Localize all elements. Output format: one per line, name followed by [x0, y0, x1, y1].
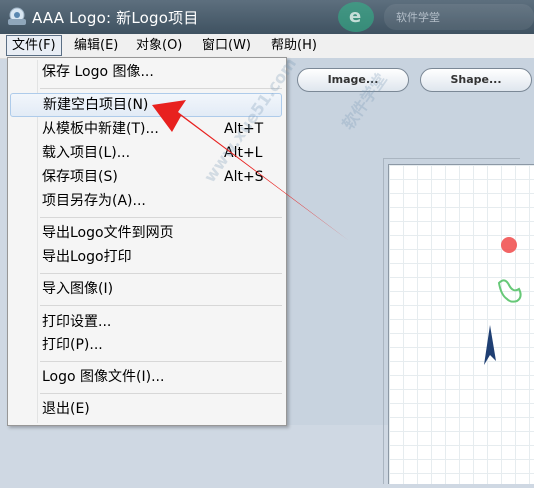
menu-file[interactable]: 文件(F): [6, 35, 62, 56]
menu-item-export-logo-web[interactable]: 导出Logo文件到网页: [10, 222, 282, 244]
background-e-icon: e: [349, 6, 362, 27]
menu-object[interactable]: 对象(O): [131, 36, 187, 55]
menu-edit[interactable]: 编辑(E): [69, 36, 123, 55]
menu-separator: [40, 305, 282, 306]
menu-item-label: 新建空白项目(N): [43, 97, 149, 113]
menu-item-label: 导出Logo文件到网页: [42, 225, 174, 241]
image-button[interactable]: Image...: [297, 68, 409, 92]
menu-help[interactable]: 帮助(H): [266, 36, 322, 55]
menu-separator: [40, 273, 282, 274]
menu-item-print-settings[interactable]: 打印设置...: [10, 311, 282, 333]
menu-item-logo-image-file[interactable]: Logo 图像文件(I)...: [10, 366, 282, 388]
file-menu-dropdown: 保存 Logo 图像... 新建空白项目(N) 从模板中新建(T)... Alt…: [7, 57, 287, 426]
menu-item-shortcut: Alt+S: [224, 169, 264, 185]
menu-item-load-project[interactable]: 载入项目(L)... Alt+L: [10, 142, 282, 164]
menu-item-label: 打印设置...: [42, 314, 112, 330]
menu-item-label: 保存项目(S): [42, 169, 118, 185]
menu-item-label: Logo 图像文件(I)...: [42, 369, 165, 385]
menu-item-shortcut: Alt+T: [224, 121, 264, 137]
menu-window[interactable]: 窗口(W): [197, 36, 256, 55]
green-dots-shape[interactable]: [497, 279, 522, 303]
menu-item-label: 退出(E): [42, 401, 90, 417]
menu-item-label: 导入图像(I): [42, 281, 114, 297]
canvas-shapes: [484, 237, 522, 365]
menu-separator: [40, 361, 282, 362]
menu-item-shortcut: Alt+L: [224, 145, 263, 161]
menu-item-label: 载入项目(L)...: [42, 145, 131, 161]
background-title-text: 软件学堂: [396, 11, 440, 24]
menu-separator: [40, 88, 282, 89]
title-bar: AAA Logo: 新Logo项目 e 软件学堂: [0, 0, 534, 34]
workspace: Image... Shape...: [285, 58, 534, 484]
menu-item-label: 保存 Logo 图像...: [42, 64, 154, 80]
menu-item-label: 项目另存为(A)...: [42, 193, 146, 209]
menu-item-new-from-template[interactable]: 从模板中新建(T)... Alt+T: [10, 118, 282, 140]
menu-item-import-image[interactable]: 导入图像(I): [10, 278, 282, 300]
menu-item-save-logo-image[interactable]: 保存 Logo 图像...: [10, 61, 282, 83]
menu-item-print[interactable]: 打印(P)...: [10, 334, 282, 356]
menu-item-label: 从模板中新建(T)...: [42, 121, 159, 137]
menu-item-save-project-as[interactable]: 项目另存为(A)...: [10, 190, 282, 212]
menu-item-export-logo-print[interactable]: 导出Logo打印: [10, 246, 282, 268]
menu-separator: [40, 217, 282, 218]
menu-item-label: 打印(P)...: [42, 337, 103, 353]
shape-button[interactable]: Shape...: [420, 68, 532, 92]
app-logo-icon: [8, 7, 26, 25]
menu-separator: [40, 393, 282, 394]
menu-item-exit[interactable]: 退出(E): [10, 398, 282, 420]
menu-item-save-project[interactable]: 保存项目(S) Alt+S: [10, 166, 282, 188]
arrow-shape[interactable]: [484, 325, 496, 365]
red-dot-shape[interactable]: [501, 237, 517, 253]
menu-bar: 文件(F) 编辑(E) 对象(O) 窗口(W) 帮助(H): [0, 34, 534, 59]
menu-item-new-blank-project[interactable]: 新建空白项目(N): [10, 93, 282, 117]
window-title: AAA Logo: 新Logo项目: [32, 9, 199, 27]
logo-canvas[interactable]: [388, 164, 534, 484]
menu-item-label: 导出Logo打印: [42, 249, 132, 265]
